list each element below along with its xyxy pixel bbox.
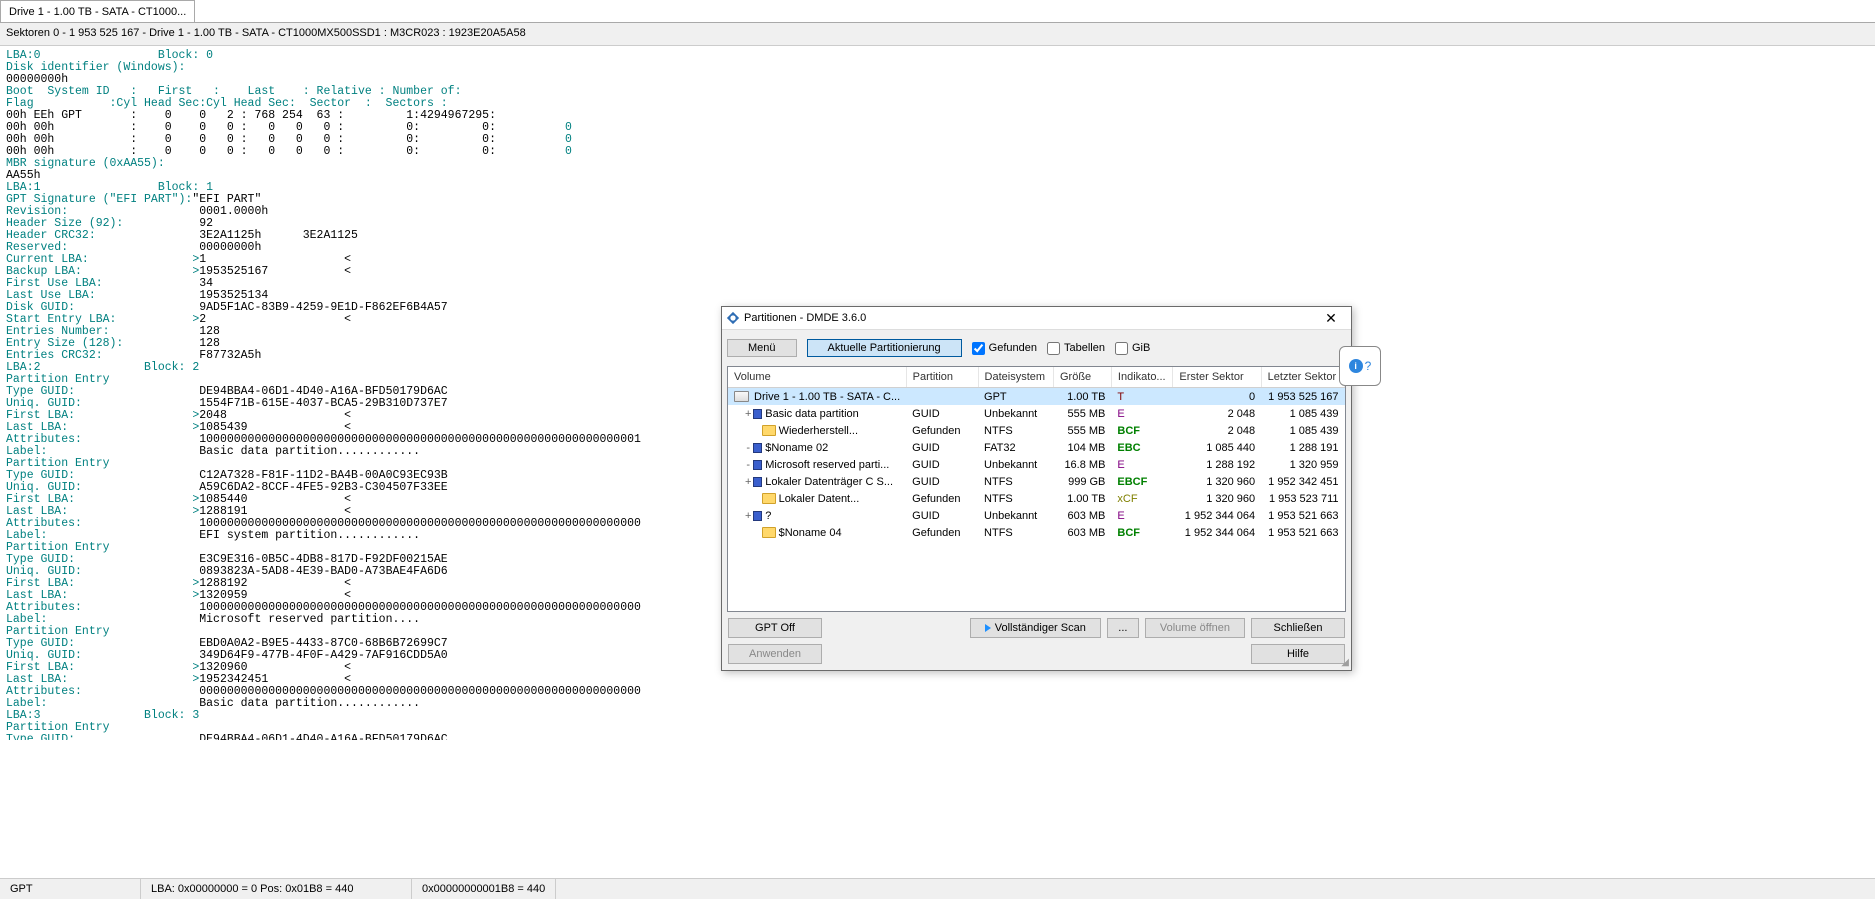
tab-bar: Drive 1 - 1.00 TB - SATA - CT1000... — [0, 0, 1875, 23]
gib-checkbox[interactable]: GiB — [1115, 342, 1150, 355]
dialog-title-bar[interactable]: Partitionen - DMDE 3.6.0 ✕ — [722, 307, 1351, 330]
table-row[interactable]: + Basic data partitionGUIDUnbekannt555 M… — [728, 405, 1345, 422]
dialog-title: Partitionen - DMDE 3.6.0 — [744, 312, 1315, 324]
table-row[interactable]: + ?GUIDUnbekannt603 MBE1 952 344 0641 95… — [728, 507, 1345, 524]
schliessen-button[interactable]: Schließen — [1251, 618, 1345, 638]
app-icon — [726, 311, 740, 325]
table-row[interactable]: Wiederherstell...GefundenNTFS555 MBBCF2 … — [728, 422, 1345, 439]
folder-icon — [762, 425, 776, 436]
col-last-sector[interactable]: Letzter Sektor — [1261, 367, 1344, 388]
sector-info-bar: Sektoren 0 - 1 953 525 167 - Drive 1 - 1… — [0, 23, 1875, 46]
status-bar: GPT LBA: 0x00000000 = 0 Pos: 0x01B8 = 44… — [0, 878, 1875, 899]
partition-icon — [753, 409, 762, 419]
question-icon: ? — [1365, 359, 1372, 373]
vollstaendiger-scan-button[interactable]: Vollständiger Scan — [970, 618, 1101, 638]
partitions-dialog: Partitionen - DMDE 3.6.0 ✕ Menü Aktuelle… — [721, 306, 1352, 671]
anwenden-button[interactable]: Anwenden — [728, 644, 822, 664]
menu-button[interactable]: Menü — [727, 339, 797, 357]
partition-icon — [753, 477, 762, 487]
partition-icon — [753, 460, 762, 470]
table-row[interactable]: Lokaler Datent...GefundenNTFS1.00 TBxCF1… — [728, 490, 1345, 507]
table-row[interactable]: $Noname 04GefundenNTFS603 MBBCF1 952 344… — [728, 524, 1345, 541]
dialog-buttons: GPT Off Vollständiger Scan ... Volume öf… — [722, 612, 1351, 668]
folder-icon — [762, 493, 776, 504]
hilfe-button[interactable]: Hilfe — [1251, 644, 1345, 664]
help-tooltip[interactable]: i ? — [1339, 346, 1381, 386]
partition-icon — [753, 443, 762, 453]
aktuelle-partitionierung-button[interactable]: Aktuelle Partitionierung — [807, 339, 962, 357]
partitions-table: Volume Partition Dateisystem Größe Indik… — [727, 366, 1346, 612]
col-filesystem[interactable]: Dateisystem — [978, 367, 1053, 388]
status-scheme: GPT — [0, 879, 141, 899]
volume-oeffnen-button[interactable]: Volume öffnen — [1145, 618, 1245, 638]
expand-icon[interactable]: - — [743, 442, 753, 454]
col-volume[interactable]: Volume — [728, 367, 906, 388]
expand-icon[interactable]: + — [743, 408, 753, 420]
expand-icon[interactable]: + — [743, 476, 753, 488]
expand-icon[interactable]: + — [743, 510, 753, 522]
table-header-row: Volume Partition Dateisystem Größe Indik… — [728, 367, 1345, 388]
col-partition[interactable]: Partition — [906, 367, 978, 388]
info-icon: i — [1349, 359, 1363, 373]
resize-grip-icon[interactable]: ◢ — [1339, 658, 1349, 668]
table-row[interactable]: Drive 1 - 1.00 TB - SATA - C...GPT1.00 T… — [728, 388, 1345, 406]
drive-icon — [734, 391, 749, 402]
expand-icon[interactable]: - — [743, 459, 753, 471]
col-size[interactable]: Größe — [1053, 367, 1111, 388]
table-row[interactable]: - $Noname 02GUIDFAT32104 MBEBC1 085 4401… — [728, 439, 1345, 456]
document-tab[interactable]: Drive 1 - 1.00 TB - SATA - CT1000... — [0, 0, 195, 22]
dialog-toolbar: Menü Aktuelle Partitionierung Gefunden T… — [722, 330, 1351, 366]
gefunden-checkbox[interactable]: Gefunden — [972, 342, 1037, 355]
status-offset: 0x00000000001B8 = 440 — [412, 879, 556, 899]
table-row[interactable]: - Microsoft reserved parti...GUIDUnbekan… — [728, 456, 1345, 473]
folder-icon — [762, 527, 776, 538]
tabellen-checkbox[interactable]: Tabellen — [1047, 342, 1105, 355]
play-icon — [985, 624, 991, 632]
status-lba: LBA: 0x00000000 = 0 Pos: 0x01B8 = 440 — [141, 879, 412, 899]
close-icon[interactable]: ✕ — [1315, 308, 1347, 328]
table-row[interactable]: + Lokaler Datenträger C S...GUIDNTFS999 … — [728, 473, 1345, 490]
col-indicator[interactable]: Indikato... — [1111, 367, 1173, 388]
more-button[interactable]: ... — [1107, 618, 1139, 638]
partition-icon — [753, 511, 762, 521]
gpt-off-button[interactable]: GPT Off — [728, 618, 822, 638]
tab-label: Drive 1 - 1.00 TB - SATA - CT1000... — [9, 6, 186, 18]
col-first-sector[interactable]: Erster Sektor — [1173, 367, 1261, 388]
